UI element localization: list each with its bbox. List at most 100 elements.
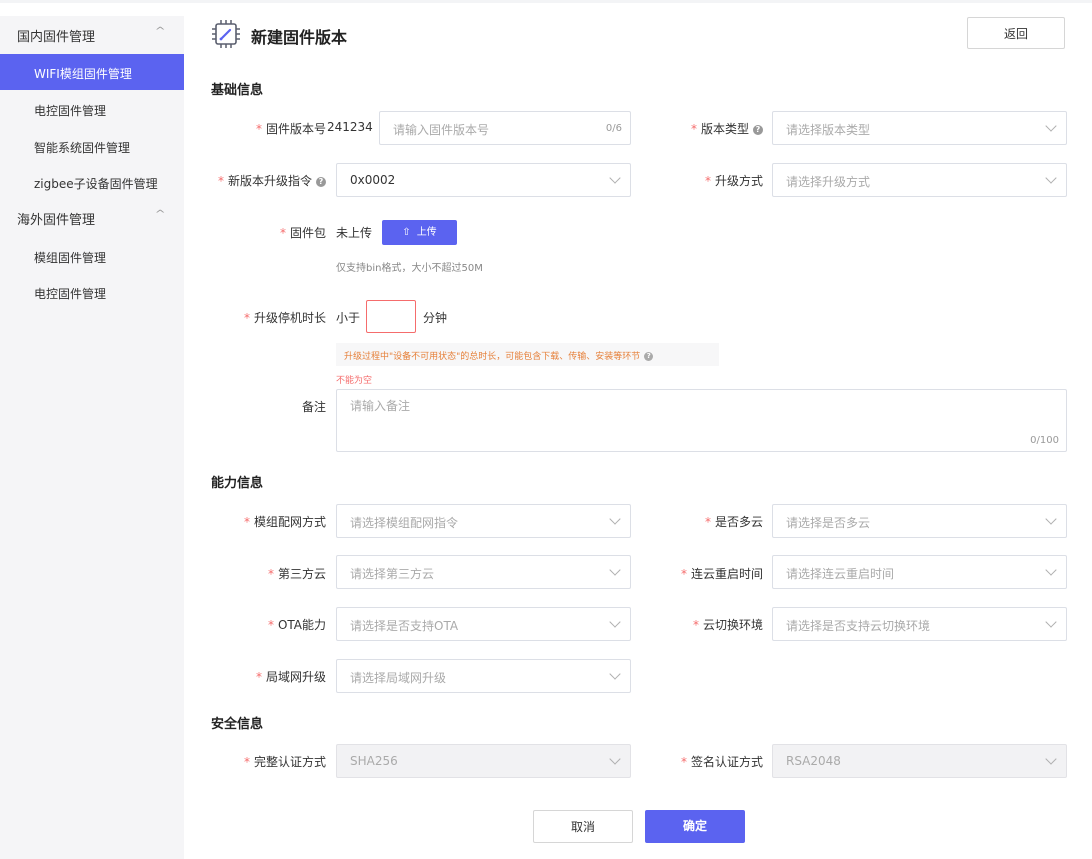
back-button[interactable]: 返回 xyxy=(967,17,1065,49)
chip-edit-icon xyxy=(212,20,240,48)
chevron-up-icon: ^ xyxy=(154,209,166,220)
multicloud-label: * 是否多云 xyxy=(704,515,763,529)
ota-select[interactable]: 请选择是否支持OTA xyxy=(336,607,631,641)
chevron-down-icon xyxy=(609,616,621,628)
cancel-button[interactable]: 取消 xyxy=(533,810,633,843)
integrity-value: SHA256 xyxy=(350,754,398,768)
cloudswitch-select[interactable]: 请选择是否支持云切换环境 xyxy=(772,607,1067,641)
chevron-down-icon xyxy=(609,668,621,680)
downtime-input[interactable] xyxy=(366,300,416,333)
ota-placeholder: 请选择是否支持OTA xyxy=(350,619,459,633)
sidebar-group-label: 海外固件管理 xyxy=(17,213,96,228)
help-icon[interactable]: ? xyxy=(644,352,654,361)
help-icon[interactable]: ? xyxy=(316,177,326,187)
sidebar-item-electric-control[interactable]: 电控固件管理 xyxy=(0,91,184,127)
restart-label: * 连云重启时间 xyxy=(680,567,763,581)
signature-label: * 签名认证方式 xyxy=(680,755,763,769)
sidebar-item-overseas-module[interactable]: 模组固件管理 xyxy=(0,238,184,274)
fw-version-input[interactable]: 请输入固件版本号 0/6 xyxy=(379,111,631,145)
upgrade-mode-placeholder: 请选择升级方式 xyxy=(786,175,871,189)
upload-label: 上传 xyxy=(416,227,437,238)
upload-icon: ⇧ xyxy=(402,227,411,238)
section-title-basic: 基础信息 xyxy=(211,83,264,98)
network-label: * 模组配网方式 xyxy=(243,515,326,529)
integrity-label: * 完整认证方式 xyxy=(243,755,326,769)
remark-label: 备注 xyxy=(301,400,326,414)
cloudswitch-label: * 云切换环境 xyxy=(692,618,763,632)
sidebar-item-label: 电控固件管理 xyxy=(34,287,107,301)
upgrade-cmd-value: 0x0002 xyxy=(350,173,396,187)
chevron-down-icon xyxy=(1045,564,1057,576)
downtime-unit: 分钟 xyxy=(423,311,448,325)
sidebar-item-wifi-module[interactable]: WIFI模组固件管理 xyxy=(0,54,184,90)
sidebar-item-overseas-electric[interactable]: 电控固件管理 xyxy=(0,274,184,310)
upgrade-mode-select[interactable]: 请选择升级方式 xyxy=(772,163,1067,197)
sidebar-item-smart-system[interactable]: 智能系统固件管理 xyxy=(0,128,184,164)
section-title-security: 安全信息 xyxy=(211,717,264,732)
downtime-label: * 升级停机时长 xyxy=(243,311,326,325)
upgrade-mode-label: * 升级方式 xyxy=(704,174,763,188)
sidebar-item-zigbee[interactable]: zigbee子设备固件管理 xyxy=(0,164,184,200)
top-divider xyxy=(0,0,1092,3)
sidebar-item-label: 电控固件管理 xyxy=(34,104,107,118)
sidebar: 国内固件管理 ^ WIFI模组固件管理 电控固件管理 智能系统固件管理 zigb… xyxy=(0,16,184,859)
version-type-select[interactable]: 请选择版本类型 xyxy=(772,111,1067,145)
upgrade-cmd-label: * 新版本升级指令? xyxy=(218,172,326,189)
chevron-down-icon xyxy=(609,753,621,765)
section-title-ability: 能力信息 xyxy=(211,476,264,491)
package-hint: 仅支持bin格式，大小不超过50M xyxy=(336,263,483,274)
signature-select: RSA2048 xyxy=(772,744,1067,778)
lan-label: * 局域网升级 xyxy=(255,670,326,684)
ota-label: * OTA能力 xyxy=(267,618,326,632)
thirdcloud-label: * 第三方云 xyxy=(267,567,326,581)
chevron-up-icon: ^ xyxy=(154,26,166,37)
network-select[interactable]: 请选择模组配网指令 xyxy=(336,504,631,538)
sidebar-group-domestic[interactable]: 国内固件管理 ^ xyxy=(0,16,184,52)
chevron-down-icon xyxy=(1045,753,1057,765)
sidebar-item-label: 模组固件管理 xyxy=(34,251,107,265)
signature-value: RSA2048 xyxy=(786,754,841,768)
downtime-tip-box: 升级过程中"设备不可用状态"的总时长，可能包含下载、传输、安装等环节? xyxy=(336,343,719,366)
multicloud-select[interactable]: 请选择是否多云 xyxy=(772,504,1067,538)
upload-button[interactable]: ⇧ 上传 xyxy=(382,220,457,245)
thirdcloud-placeholder: 请选择第三方云 xyxy=(350,567,435,581)
chevron-down-icon xyxy=(1045,120,1057,132)
page-title: 新建固件版本 xyxy=(251,28,348,47)
version-type-label: * 版本类型? xyxy=(691,120,763,137)
chevron-down-icon xyxy=(1045,513,1057,525)
sidebar-item-label: WIFI模组固件管理 xyxy=(34,67,132,81)
upgrade-cmd-select[interactable]: 0x0002 xyxy=(336,163,631,197)
cloudswitch-placeholder: 请选择是否支持云切换环境 xyxy=(786,619,931,633)
downtime-prefix: 小于 xyxy=(336,311,361,325)
chevron-down-icon xyxy=(609,564,621,576)
fw-version-placeholder: 请输入固件版本号 xyxy=(393,123,490,137)
integrity-select: SHA256 xyxy=(336,744,631,778)
package-label: * 固件包 xyxy=(279,226,326,240)
chevron-down-icon xyxy=(1045,172,1057,184)
sidebar-group-overseas[interactable]: 海外固件管理 ^ xyxy=(0,199,184,235)
network-placeholder: 请选择模组配网指令 xyxy=(350,516,459,530)
restart-placeholder: 请选择连云重启时间 xyxy=(786,567,895,581)
thirdcloud-select[interactable]: 请选择第三方云 xyxy=(336,555,631,589)
downtime-tip: 升级过程中"设备不可用状态"的总时长，可能包含下载、传输、安装等环节? xyxy=(344,349,654,362)
version-type-placeholder: 请选择版本类型 xyxy=(786,123,871,137)
help-icon[interactable]: ? xyxy=(753,125,763,135)
package-status: 未上传 xyxy=(336,226,373,240)
sidebar-item-label: zigbee子设备固件管理 xyxy=(34,177,158,191)
restart-select[interactable]: 请选择连云重启时间 xyxy=(772,555,1067,589)
chevron-down-icon xyxy=(1045,616,1057,628)
multicloud-placeholder: 请选择是否多云 xyxy=(786,516,871,530)
chevron-down-icon xyxy=(609,172,621,184)
fw-version-prefix: 241234 xyxy=(327,120,373,134)
remark-placeholder: 请输入备注 xyxy=(350,399,411,413)
confirm-button[interactable]: 确定 xyxy=(645,810,745,843)
lan-placeholder: 请选择局域网升级 xyxy=(350,671,447,685)
fw-version-label: * 固件版本号 xyxy=(255,122,326,136)
remark-textarea[interactable]: 请输入备注 0/100 xyxy=(336,389,1067,452)
chevron-down-icon xyxy=(609,513,621,525)
sidebar-group-label: 国内固件管理 xyxy=(17,30,96,45)
char-count: 0/100 xyxy=(1030,435,1059,446)
lan-select[interactable]: 请选择局域网升级 xyxy=(336,659,631,693)
char-count: 0/6 xyxy=(605,123,622,134)
downtime-error: 不能为空 xyxy=(336,376,373,386)
